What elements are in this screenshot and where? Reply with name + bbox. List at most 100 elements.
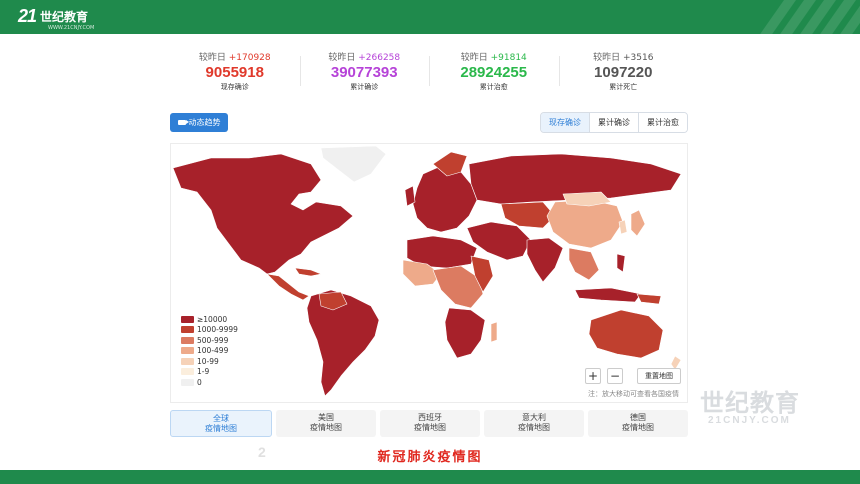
- legend-swatch: [181, 326, 194, 334]
- delta-value: +3516: [622, 53, 654, 63]
- map-caribbean: [294, 267, 322, 277]
- reset-map-button[interactable]: 重置地图: [637, 368, 681, 384]
- tab-usa-map[interactable]: 美国 疫情地图: [276, 410, 376, 437]
- legend-swatch: [181, 357, 194, 365]
- legend-item[interactable]: 0: [181, 377, 238, 388]
- map-north-america: [172, 153, 354, 275]
- legend-label: 100-499: [197, 346, 229, 356]
- world-map[interactable]: ≥10000 1000-9999 500-999 100-499 10-99 1…: [170, 143, 688, 403]
- map-india: [526, 237, 564, 283]
- stat-label: 现存确诊: [220, 83, 249, 91]
- delta-value: +170928: [228, 53, 271, 63]
- brand-url: WWW.21CNJY.COM: [48, 25, 95, 31]
- delta-label: 较昨日: [593, 53, 621, 63]
- map-korea: [618, 219, 628, 235]
- tab-existing-confirmed[interactable]: 现存确诊: [541, 113, 589, 132]
- stat-total-confirmed: 较昨日 +266258 39077393 累计确诊: [299, 50, 430, 94]
- tab-spain-map[interactable]: 西班牙 疫情地图: [380, 410, 480, 437]
- legend-label: 1-9: [197, 367, 210, 377]
- legend-item[interactable]: 500-999: [181, 335, 238, 346]
- map-legend: ≥10000 1000-9999 500-999 100-499 10-99 1…: [181, 314, 238, 388]
- world-map-svg: [172, 145, 682, 397]
- legend-swatch: [181, 378, 194, 386]
- map-indonesia: [574, 287, 642, 303]
- tab-germany-map[interactable]: 德国 疫情地图: [588, 410, 688, 437]
- stat-label: 累计死亡: [609, 83, 638, 91]
- map-philippines: [616, 253, 626, 273]
- stats-panel: 较昨日 +170928 9055918 现存确诊 较昨日 +266258 390…: [170, 50, 688, 94]
- stat-label: 累计治愈: [479, 83, 508, 91]
- legend-swatch: [181, 336, 194, 344]
- watermark-logo: 世纪教育 21CNJY.COM: [700, 383, 800, 426]
- slide-caption: 新冠肺炎疫情图: [377, 450, 483, 465]
- map-europe: [412, 165, 478, 233]
- delta-label: 较昨日: [460, 53, 488, 63]
- legend-label: ≥10000: [197, 314, 228, 324]
- tab-line1: 西班牙: [418, 413, 442, 422]
- watermark-name: 世纪教育: [700, 389, 800, 417]
- legend-label: 1000-9999: [197, 325, 238, 335]
- map-australia: [588, 309, 664, 359]
- legend-item[interactable]: ≥10000: [181, 314, 238, 325]
- map-metric-tabs: 现存确诊 累计确诊 累计治愈: [540, 112, 688, 133]
- map-png: [636, 293, 662, 305]
- delta-value: +91814: [490, 53, 527, 63]
- stat-value: 1097220: [594, 64, 653, 81]
- tab-line2: 疫情地图: [518, 423, 550, 432]
- country-tabs: 全球 疫情地图 美国 疫情地图 西班牙 疫情地图 意大利 疫情地图 德国 疫情地…: [170, 410, 688, 437]
- legend-item[interactable]: 10-99: [181, 356, 238, 367]
- legend-item[interactable]: 1000-9999: [181, 325, 238, 336]
- zoom-out-button[interactable]: −: [607, 368, 623, 384]
- brand-logo[interactable]: 21 世纪教育 WWW.21CNJY.COM: [18, 6, 94, 31]
- header-bar: 21 世纪教育 WWW.21CNJY.COM: [0, 0, 860, 34]
- legend-item[interactable]: 100-499: [181, 346, 238, 357]
- header-stripes: [740, 0, 860, 34]
- stat-value: 9055918: [205, 64, 264, 81]
- legend-label: 500-999: [197, 335, 229, 345]
- tab-global-map[interactable]: 全球 疫情地图: [170, 410, 272, 437]
- stat-value: 39077393: [330, 64, 398, 81]
- delta-label: 较昨日: [198, 53, 226, 63]
- tab-line1: 意大利: [522, 413, 546, 422]
- stat-existing-confirmed: 较昨日 +170928 9055918 现存确诊: [170, 50, 300, 94]
- map-middle-east: [466, 221, 532, 261]
- tab-line1: 德国: [630, 413, 646, 422]
- slide: 21 世纪教育 WWW.21CNJY.COM 较昨日 +170928 90559…: [0, 0, 860, 484]
- stat-value: 28924255: [460, 64, 528, 81]
- brand-name: 世纪教育: [40, 10, 89, 24]
- legend-swatch: [181, 368, 194, 376]
- map-madagascar: [490, 321, 498, 343]
- map-greenland: [320, 145, 387, 183]
- legend-swatch: [181, 347, 194, 355]
- tab-total-confirmed[interactable]: 累计确诊: [589, 113, 638, 132]
- tab-italy-map[interactable]: 意大利 疫情地图: [484, 410, 584, 437]
- tab-line2: 疫情地图: [310, 423, 342, 432]
- brand-mark: 21: [18, 6, 37, 26]
- stat-total-deaths: 较昨日 +3516 1097220 累计死亡: [558, 50, 689, 94]
- tab-line2: 疫情地图: [622, 423, 654, 432]
- zoom-in-button[interactable]: +: [585, 368, 601, 384]
- map-central-asia: [500, 201, 556, 229]
- footer-bar: [0, 470, 860, 484]
- tab-line1: 全球: [213, 414, 229, 423]
- map-uk: [404, 185, 416, 207]
- legend-label: 10-99: [197, 356, 219, 366]
- delta-value: +266258: [358, 53, 401, 63]
- stat-total-cured: 较昨日 +91814 28924255 累计治愈: [429, 50, 559, 94]
- map-japan: [630, 209, 646, 237]
- dynamic-trend-label: 动态趋势: [188, 118, 221, 127]
- dynamic-trend-button[interactable]: 动态趋势: [170, 113, 228, 132]
- tab-line1: 美国: [318, 413, 334, 422]
- tab-total-cured[interactable]: 累计治愈: [638, 113, 687, 132]
- tab-line2: 疫情地图: [205, 424, 237, 433]
- stat-label: 累计确诊: [350, 83, 379, 91]
- delta-label: 较昨日: [328, 53, 356, 63]
- watermark-url: 21CNJY.COM: [708, 415, 791, 426]
- map-hint: 注：放大移动可查看各国疫情: [588, 390, 679, 398]
- tab-line2: 疫情地图: [414, 423, 446, 432]
- map-central-america: [266, 273, 310, 301]
- map-china: [546, 199, 624, 249]
- legend-swatch: [181, 315, 194, 323]
- legend-item[interactable]: 1-9: [181, 367, 238, 378]
- video-icon: [177, 120, 189, 125]
